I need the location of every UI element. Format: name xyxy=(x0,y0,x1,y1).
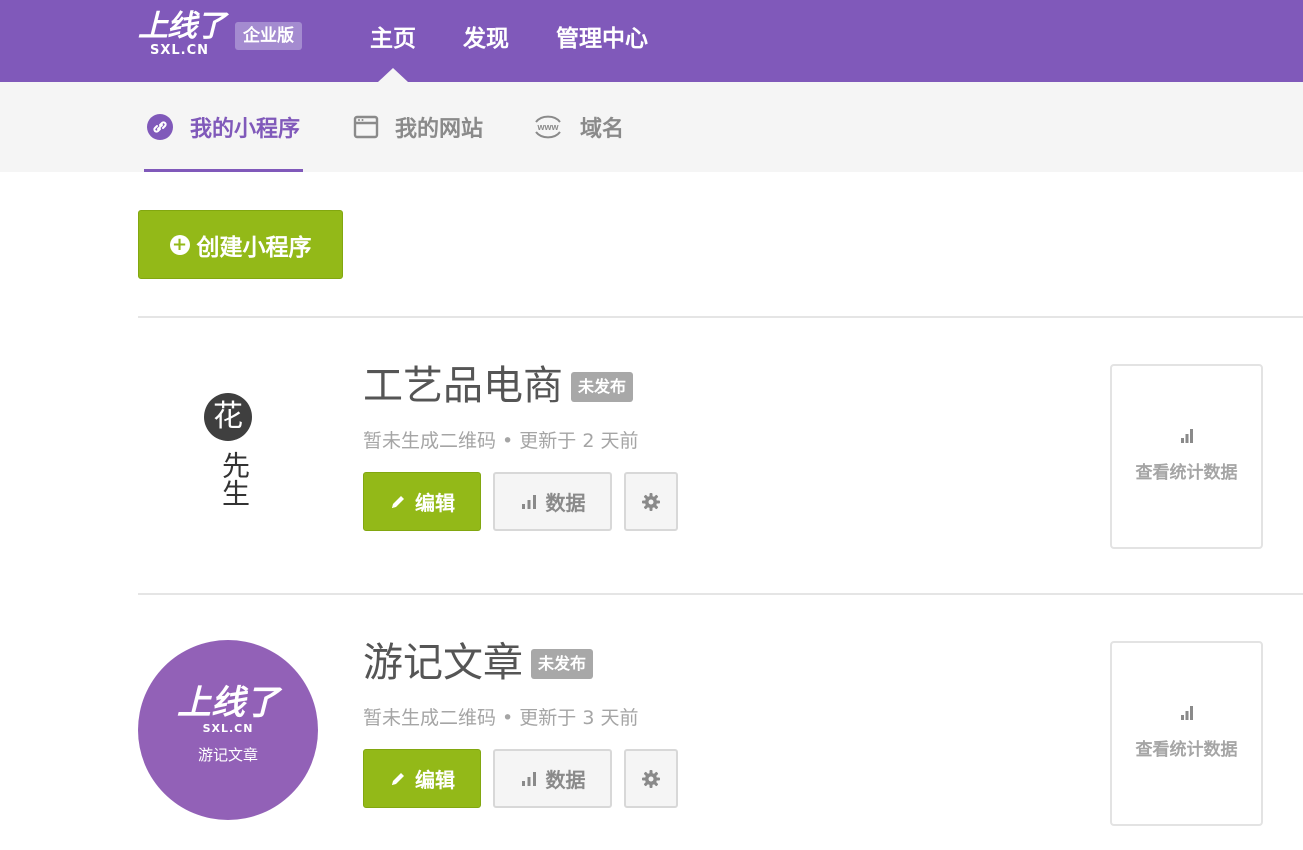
pencil-icon xyxy=(389,493,407,511)
logo-text: 先生 xyxy=(218,451,251,507)
gear-icon xyxy=(641,769,661,789)
pencil-icon xyxy=(389,770,407,788)
settings-button[interactable] xyxy=(624,749,678,808)
edition-badge: 企业版 xyxy=(235,22,302,50)
status-badge: 未发布 xyxy=(531,649,594,679)
app-title[interactable]: 工艺品电商 xyxy=(363,360,563,412)
nav-discover[interactable]: 发现 xyxy=(463,0,509,82)
stats-label: 查看统计数据 xyxy=(1135,740,1238,760)
app-logo[interactable]: 上线了 SXL.CN 游记文章 xyxy=(138,640,318,820)
app-meta: 暂未生成二维码 • 更新于 3 天前 xyxy=(363,707,639,729)
top-navbar: 上线了 SXL.CN 企业版 主页 发现 管理中心 xyxy=(0,0,1303,82)
bar-chart-icon xyxy=(520,770,538,788)
tab-label: 我的网站 xyxy=(395,117,484,142)
stats-label: 查看统计数据 xyxy=(1135,463,1238,483)
data-label: 数据 xyxy=(545,491,586,515)
app-card: 上线了 SXL.CN 游记文章 游记文章 未发布 暂未生成二维码 • 更新于 3… xyxy=(0,595,1303,850)
tab-domains[interactable]: www 域名 xyxy=(532,82,624,172)
app-title[interactable]: 游记文章 xyxy=(363,637,523,689)
data-button[interactable]: 数据 xyxy=(493,749,612,808)
app-card: 花 先生 工艺品电商 未发布 暂未生成二维码 • 更新于 2 天前 编辑 数据 … xyxy=(0,318,1303,593)
logo-wordmark: 上线了 xyxy=(177,683,279,723)
nav-admin-center[interactable]: 管理中心 xyxy=(556,0,648,82)
app-logo[interactable]: 花 先生 xyxy=(190,393,270,523)
gear-icon xyxy=(641,492,661,512)
edit-button[interactable]: 编辑 xyxy=(363,472,481,531)
svg-text:www: www xyxy=(536,122,559,132)
app-meta: 暂未生成二维码 • 更新于 2 天前 xyxy=(363,430,639,452)
view-stats-card[interactable]: 查看统计数据 xyxy=(1110,364,1263,549)
logo-domain: SXL.CN xyxy=(150,43,210,58)
bar-chart-icon xyxy=(1179,428,1195,444)
main-nav: 主页 发现 管理中心 xyxy=(370,0,695,82)
tab-label: 域名 xyxy=(580,117,625,142)
logo-wordmark: 上线了 xyxy=(138,9,226,44)
active-nav-caret xyxy=(378,68,408,82)
status-badge: 未发布 xyxy=(571,372,634,402)
view-stats-card[interactable]: 查看统计数据 xyxy=(1110,641,1263,826)
browser-window-icon xyxy=(353,114,379,140)
tab-my-websites[interactable]: 我的网站 xyxy=(353,82,483,172)
settings-button[interactable] xyxy=(624,472,678,531)
logo-app-name: 游记文章 xyxy=(197,746,258,764)
active-tab-indicator xyxy=(144,169,303,172)
plus-circle-icon: + xyxy=(169,234,190,255)
sub-navbar: 我的小程序 我的网站 www 域名 xyxy=(0,82,1303,172)
edit-button[interactable]: 编辑 xyxy=(363,749,481,808)
edit-label: 编辑 xyxy=(415,491,455,515)
edit-label: 编辑 xyxy=(415,768,455,792)
bar-chart-icon xyxy=(1179,705,1195,721)
create-button-label: 创建小程序 xyxy=(196,234,312,261)
brand-logo[interactable]: 上线了 SXL.CN xyxy=(138,10,228,62)
create-miniprogram-button[interactable]: + 创建小程序 xyxy=(138,210,343,279)
logo-glyph: 花 xyxy=(204,393,252,441)
bar-chart-icon xyxy=(520,493,538,511)
data-label: 数据 xyxy=(545,768,586,792)
tab-label: 我的小程序 xyxy=(190,117,301,142)
link-circle-icon xyxy=(146,113,174,141)
tab-my-miniprograms[interactable]: 我的小程序 xyxy=(146,82,300,172)
www-icon: www xyxy=(532,112,564,142)
logo-domain: SXL.CN xyxy=(202,722,254,735)
data-button[interactable]: 数据 xyxy=(493,472,612,531)
